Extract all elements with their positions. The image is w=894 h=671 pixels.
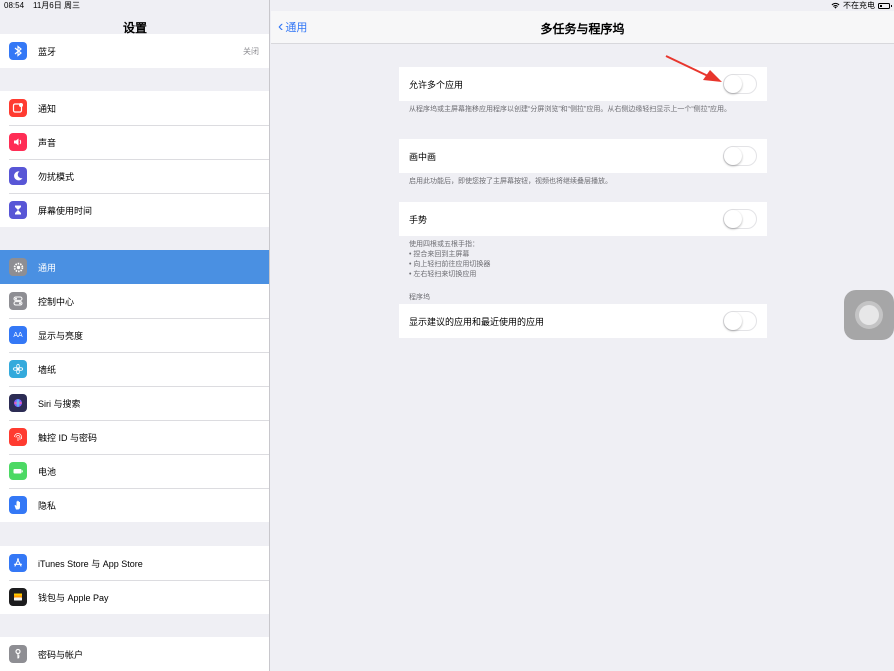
- pip-footer: 启用此功能后，即使您按了主屏幕按钮，视频也将继续叠层播放。: [409, 178, 612, 185]
- sidebar-item-label: 控制中心: [38, 296, 75, 307]
- sidebar-item-notifications[interactable]: 通知: [0, 91, 269, 125]
- sidebar-group-stores: iTunes Store 与 App Store 钱包与 Apple Pay: [0, 546, 269, 614]
- sidebar-item-passwords[interactable]: 密码与帐户: [0, 637, 269, 671]
- status-time: 08:54: [4, 1, 25, 10]
- sidebar-item-general[interactable]: 通用: [0, 250, 269, 284]
- bluetooth-value: 关闭: [243, 46, 259, 56]
- status-bar: 08:54 11月6日 周三 不在充电: [0, 0, 894, 11]
- sidebar-item-label: 隐私: [38, 500, 57, 511]
- setting-label: 显示建议的应用和最近使用的应用: [409, 316, 545, 327]
- sidebar-item-label: 屏幕使用时间: [38, 205, 93, 216]
- setting-label: 手势: [409, 214, 428, 225]
- dock-card: 显示建议的应用和最近使用的应用: [399, 304, 767, 338]
- charging-status: 不在充电: [843, 1, 875, 10]
- sidebar-item-sounds[interactable]: 声音: [0, 125, 269, 159]
- sidebar-item-label: 墙纸: [38, 364, 57, 375]
- multi-app-footer: 从程序坞或主屏幕拖移应用程序以创建“分屏浏览”和“侧拉”应用。从右侧边缘轻扫显示…: [409, 106, 731, 113]
- multi-app-toggle[interactable]: [723, 74, 757, 94]
- gestures-footer-line: • 捏合来回到主屏幕: [409, 251, 470, 258]
- setting-label: 允许多个应用: [409, 79, 464, 90]
- sidebar-item-wallet[interactable]: 钱包与 Apple Pay: [0, 580, 269, 614]
- sidebar-group-general: 通用 控制中心 AA 显示与亮度 墙纸 Siri 与搜索 触控 ID 与密码 电…: [0, 250, 269, 522]
- sidebar-item-label: 通知: [38, 103, 57, 114]
- sidebar-item-label: 触控 ID 与密码: [38, 432, 98, 443]
- settings-sidebar: 设置 蓝牙 关闭 通知 声音 勿扰模式 屏幕使用时间 通用 控制中心 AA 显示…: [0, 0, 270, 671]
- sidebar-item-display[interactable]: AA 显示与亮度: [0, 318, 269, 352]
- sidebar-item-label: 勿扰模式: [38, 171, 75, 182]
- assistive-touch-button[interactable]: [844, 290, 894, 340]
- setting-row-gestures: 手势: [399, 202, 767, 236]
- wifi-icon: [831, 2, 840, 9]
- sidebar-item-do-not-disturb[interactable]: 勿扰模式: [0, 159, 269, 193]
- sidebar-item-label: 密码与帐户: [38, 649, 84, 660]
- sidebar-item-battery[interactable]: 电池: [0, 454, 269, 488]
- multi-app-card: 允许多个应用: [399, 67, 767, 101]
- setting-row-pip: 画中画: [399, 139, 767, 173]
- sidebar-item-label: 电池: [38, 466, 57, 477]
- gestures-card: 手势: [399, 202, 767, 236]
- sidebar-item-label: 通用: [38, 262, 57, 273]
- dock-section-header: 程序坞: [409, 294, 430, 301]
- sidebar-group-accounts: 密码与帐户: [0, 637, 269, 671]
- sidebar-item-label: iTunes Store 与 App Store: [38, 558, 143, 569]
- setting-row-dock: 显示建议的应用和最近使用的应用: [399, 304, 767, 338]
- gestures-toggle[interactable]: [723, 209, 757, 229]
- pip-card: 画中画: [399, 139, 767, 173]
- sidebar-item-touch-id[interactable]: 触控 ID 与密码: [0, 420, 269, 454]
- sidebar-item-siri[interactable]: Siri 与搜索: [0, 386, 269, 420]
- status-date: 11月6日 周三: [33, 1, 80, 10]
- battery-icon: [878, 2, 892, 9]
- sidebar-item-control-center[interactable]: 控制中心: [0, 284, 269, 318]
- sidebar-item-label: 声音: [38, 137, 57, 148]
- status-right: 不在充电: [831, 0, 892, 11]
- page-title: 多任务与程序坞: [540, 22, 625, 36]
- sidebar-item-wallpaper[interactable]: 墙纸: [0, 352, 269, 386]
- sidebar-item-label: 钱包与 Apple Pay: [38, 592, 109, 603]
- gestures-footer-line: • 向上轻扫前往应用切换器: [409, 261, 491, 268]
- sidebar-item-privacy[interactable]: 隐私: [0, 488, 269, 522]
- pip-toggle[interactable]: [723, 146, 757, 166]
- sidebar-item-label: Siri 与搜索: [38, 398, 81, 409]
- setting-row-multi-app: 允许多个应用: [399, 67, 767, 101]
- sidebar-item-label: 蓝牙: [38, 46, 57, 57]
- gestures-footer: 使用四根或五根手指： • 捏合来回到主屏幕 • 向上轻扫前往应用切换器 • 左右…: [409, 240, 759, 280]
- sidebar-group-notifications: 通知 声音 勿扰模式 屏幕使用时间: [0, 91, 269, 227]
- sidebar-item-bluetooth[interactable]: 蓝牙 关闭: [0, 34, 269, 68]
- detail-navbar: ‹ 通用 多任务与程序坞: [271, 11, 894, 44]
- sidebar-item-label: 显示与亮度: [38, 330, 84, 341]
- sidebar-group-connectivity: 蓝牙 关闭: [0, 34, 269, 68]
- gestures-footer-line: • 左右轻扫来切换应用: [409, 271, 477, 278]
- dock-toggle[interactable]: [723, 311, 757, 331]
- sidebar-item-app-store[interactable]: iTunes Store 与 App Store: [0, 546, 269, 580]
- setting-label: 画中画: [409, 151, 437, 162]
- sidebar-item-screen-time[interactable]: 屏幕使用时间: [0, 193, 269, 227]
- gestures-footer-line: 使用四根或五根手指：: [409, 241, 479, 248]
